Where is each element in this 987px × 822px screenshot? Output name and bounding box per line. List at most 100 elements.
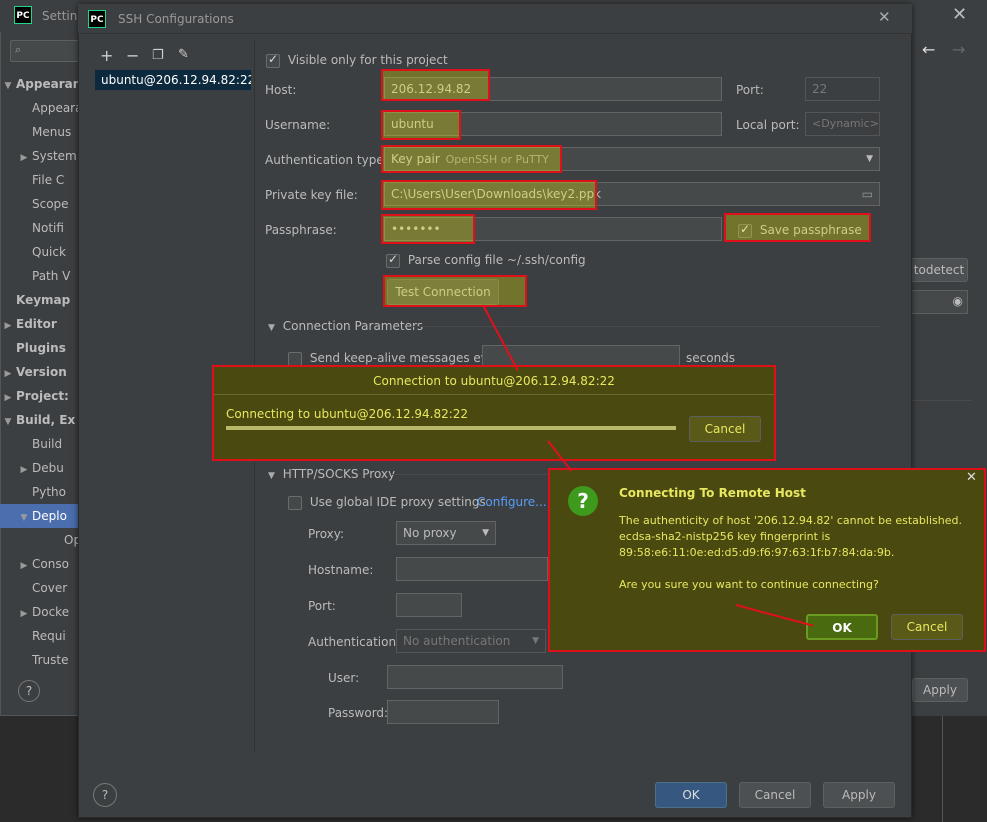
parse-config-label: Parse config file ~/.ssh/config [407, 253, 586, 267]
apply-button[interactable]: Apply [823, 782, 895, 808]
help-icon[interactable]: ? [93, 783, 117, 807]
settings-tree-item[interactable]: ▶ Docke [0, 600, 78, 624]
edit-icon[interactable]: ✎ [178, 47, 189, 62]
authentication-value: No authentication [403, 634, 511, 648]
minus-icon[interactable]: − [126, 46, 139, 65]
highlight-box [383, 275, 527, 307]
divider [392, 474, 548, 475]
settings-tree-item[interactable]: Requi [0, 624, 78, 648]
settings-tree-item[interactable]: Appearance [0, 96, 78, 120]
folder-icon[interactable]: ▭ [862, 183, 873, 205]
remote-host-cancel-button[interactable]: Cancel [891, 614, 963, 640]
settings-tree-item-label: Quick [32, 245, 66, 259]
settings-tree-item[interactable]: Keymap [0, 288, 78, 312]
settings-search-input[interactable]: ⌕ [10, 40, 80, 62]
authentication-label: Authentication: [308, 635, 401, 649]
connection-params-section[interactable]: ▼ Connection Parameters [268, 316, 423, 336]
settings-tree-item[interactable]: ▼ Deplo [0, 504, 78, 528]
settings-tree-item[interactable]: Cover [0, 576, 78, 600]
proxy-select[interactable]: No proxy ▼ [396, 521, 496, 545]
settings-tree-item-label: Cover [32, 581, 68, 595]
settings-tree-item[interactable]: ▶ Conso [0, 552, 78, 576]
plus-icon[interactable]: + [100, 46, 113, 65]
highlight-box [381, 214, 475, 244]
settings-tree-item-label: Truste [32, 653, 69, 667]
settings-tree-item[interactable]: ▼ Appearance [0, 72, 78, 96]
keepalive-label: Send keep-alive messages every [309, 351, 508, 365]
ssh-dialog-title: SSH Configurations [118, 12, 234, 26]
proxy-port-field[interactable] [396, 593, 462, 617]
settings-tree-item[interactable]: ▶ Debu [0, 456, 78, 480]
chevron-down-icon: ▼ [4, 81, 12, 91]
password-field[interactable] [387, 700, 499, 724]
settings-tree-item[interactable]: ▶ Editor [0, 312, 78, 336]
settings-tree-item[interactable]: Op [0, 528, 78, 552]
checkbox-icon [288, 495, 302, 510]
settings-tree-item[interactable]: ▼ Build, Ex [0, 408, 78, 432]
settings-help-icon[interactable]: ? [18, 680, 40, 702]
progress-cancel-button[interactable]: Cancel [689, 416, 761, 442]
configure-link[interactable]: Configure... [477, 492, 547, 512]
chevron-down-icon: ▼ [866, 154, 873, 164]
connection-params-label: Connection Parameters [282, 319, 424, 333]
passphrase-label: Passphrase: [265, 223, 337, 237]
settings-tree-item[interactable]: Path V [0, 264, 78, 288]
globe-icon: ◉ [952, 294, 963, 308]
url-field[interactable]: ◉ [910, 290, 968, 314]
progress-bar [226, 426, 676, 430]
settings-close-icon[interactable]: ✕ [952, 4, 967, 25]
divider [412, 326, 880, 327]
use-global-proxy-label: Use global IDE proxy settings [309, 495, 486, 509]
chevron-right-icon: ▶ [4, 321, 12, 331]
settings-tree-item[interactable]: Notifi [0, 216, 78, 240]
back-arrow-icon[interactable]: ← [922, 40, 935, 59]
settings-tree-item[interactable]: Quick [0, 240, 78, 264]
port-field[interactable]: 22 [805, 77, 880, 101]
autodetect-button[interactable]: todetect [910, 258, 968, 282]
connection-progress-dialog: Connection to ubuntu@206.12.94.82:22 Con… [212, 365, 776, 461]
settings-tree-item[interactable]: ▶ Project: [0, 384, 78, 408]
settings-tree-item[interactable]: Truste [0, 648, 78, 672]
search-icon: ⌕ [15, 43, 22, 56]
use-global-proxy-checkbox[interactable]: Use global IDE proxy settings [288, 492, 486, 512]
port-value: 22 [812, 82, 828, 96]
chevron-down-icon: ▼ [20, 513, 28, 523]
settings-tree-item[interactable]: Pytho [0, 480, 78, 504]
settings-tree-item[interactable]: Build [0, 432, 78, 456]
ssh-dialog-close-icon[interactable]: ✕ [878, 8, 891, 26]
proxy-section[interactable]: ▼ HTTP/SOCKS Proxy [268, 464, 395, 484]
settings-tree-item[interactable]: ▶ Version [0, 360, 78, 384]
chevron-down-icon: ▼ [532, 636, 539, 646]
copy-icon[interactable]: ❐ [152, 48, 164, 63]
settings-tree-item-label: Notifi [32, 221, 64, 235]
settings-tree-item[interactable]: Plugins [0, 336, 78, 360]
cancel-button[interactable]: Cancel [739, 782, 811, 808]
ssh-config-list-item[interactable]: ubuntu@206.12.94.82:22 key [95, 70, 251, 90]
settings-tree-item-label: Keymap [16, 293, 71, 307]
remote-host-close-icon[interactable]: ✕ [966, 470, 977, 485]
local-port-value: <Dynamic> [812, 117, 879, 130]
settings-tree-item-label: Conso [32, 557, 69, 571]
settings-tree-item[interactable]: Menus [0, 120, 78, 144]
parse-config-checkbox[interactable]: Parse config file ~/.ssh/config [386, 250, 586, 270]
settings-tree-item-label: Appearance [16, 77, 78, 91]
hostname-field[interactable] [396, 557, 548, 581]
user-field[interactable] [387, 665, 563, 689]
ssh-dialog-title-bar: PC SSH Configurations ✕ [78, 4, 912, 34]
settings-tree-item-label: Editor [16, 317, 57, 331]
settings-apply-button[interactable]: Apply [912, 678, 968, 702]
ok-button[interactable]: OK [655, 782, 727, 808]
settings-tree-item[interactable]: File C [0, 168, 78, 192]
forward-arrow-icon[interactable]: → [952, 40, 965, 59]
local-port-field[interactable]: <Dynamic> [805, 112, 880, 136]
remote-host-ok-button[interactable]: OK [806, 614, 878, 640]
settings-tree-item[interactable]: ▶ System [0, 144, 78, 168]
checkbox-icon [266, 52, 280, 68]
progress-status: Connecting to ubuntu@206.12.94.82:22 [226, 407, 469, 421]
authentication-select[interactable]: No authentication ▼ [396, 629, 546, 653]
settings-tree-item[interactable]: Scope [0, 192, 78, 216]
chevron-right-icon: ▶ [4, 369, 12, 379]
remote-host-dialog: ✕ ? Connecting To Remote Host The authen… [548, 468, 986, 652]
settings-tree-item-label: Project: [16, 389, 69, 403]
visible-only-checkbox[interactable]: Visible only for this project [266, 50, 448, 70]
